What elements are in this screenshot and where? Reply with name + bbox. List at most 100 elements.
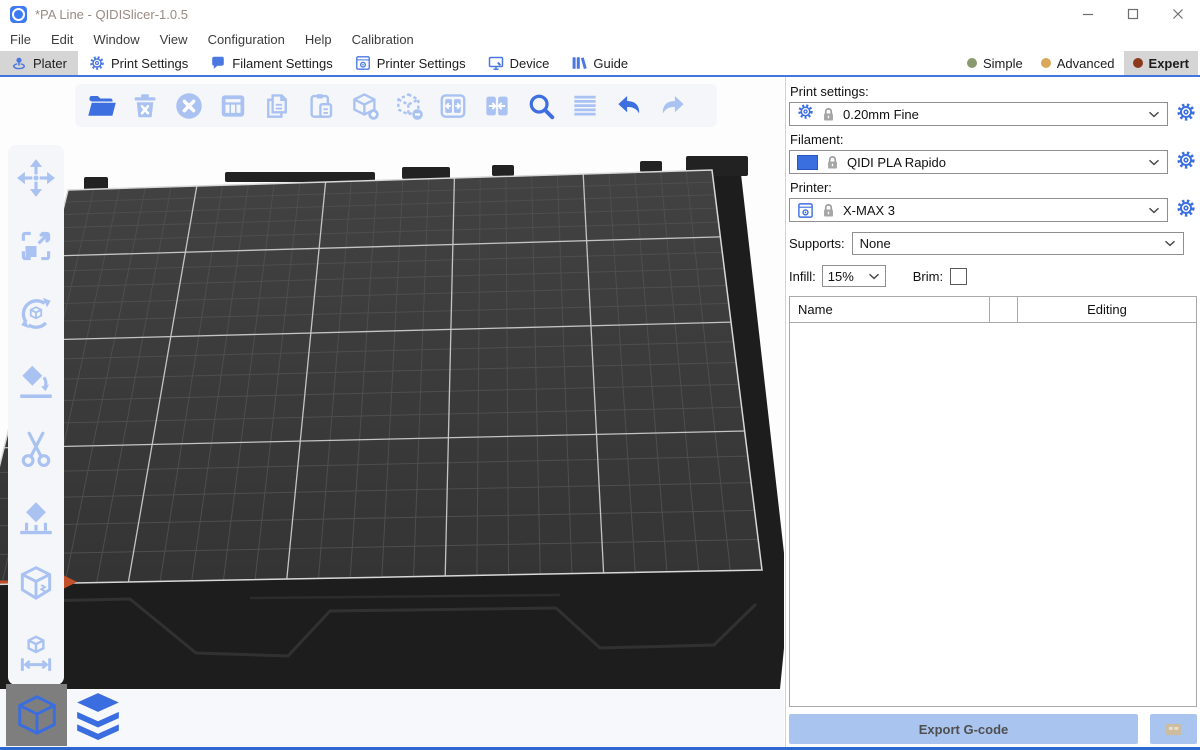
lock-icon — [822, 107, 835, 122]
brim-checkbox[interactable] — [950, 268, 967, 285]
menu-edit[interactable]: Edit — [41, 28, 83, 51]
place-on-face-tool-button[interactable] — [15, 360, 57, 402]
undo-button[interactable] — [613, 90, 644, 121]
object-list-body — [790, 323, 1196, 706]
menu-configuration[interactable]: Configuration — [198, 28, 295, 51]
edit-filament-button[interactable] — [1175, 151, 1197, 173]
menu-calibration[interactable]: Calibration — [342, 28, 424, 51]
tab-label: Plater — [33, 56, 67, 71]
gear-icon — [797, 103, 814, 125]
mode-expert[interactable]: Expert — [1124, 51, 1198, 75]
delete-button[interactable] — [129, 90, 160, 121]
split-parts-button[interactable] — [481, 90, 512, 121]
tab-bar: Plater Print Settings Filament Settings Pri… — [0, 51, 1200, 77]
export-gcode-button[interactable]: Export G-code — [789, 714, 1138, 744]
cut-tool-button[interactable] — [15, 428, 57, 470]
mode-dot-icon — [1133, 58, 1143, 68]
tab-guide[interactable]: Guide — [560, 51, 639, 75]
print-bed-scene[interactable] — [0, 77, 784, 690]
edit-print-settings-button[interactable] — [1175, 103, 1197, 125]
move-tool-button[interactable] — [15, 157, 57, 199]
mode-simple[interactable]: Simple — [958, 51, 1032, 75]
menu-view[interactable]: View — [150, 28, 198, 51]
seam-icon — [15, 563, 57, 605]
scale-tool-button[interactable] — [15, 225, 57, 267]
infill-value: 15% — [828, 269, 854, 284]
view-mode-buttons — [6, 684, 128, 746]
mode-switch: SimpleAdvancedExpert — [958, 51, 1200, 75]
layer-height-icon — [570, 91, 600, 121]
device-icon — [488, 55, 504, 71]
move-icon — [15, 157, 57, 199]
mode-advanced[interactable]: Advanced — [1032, 51, 1124, 75]
tab-device[interactable]: Device — [477, 51, 561, 75]
menu-help[interactable]: Help — [295, 28, 342, 51]
3d-editor-view-button[interactable] — [6, 684, 67, 746]
filament-color-swatch — [797, 155, 818, 170]
printer-icon — [797, 202, 814, 219]
export-to-sd-button[interactable] — [1150, 714, 1197, 744]
column-header-blank — [990, 297, 1018, 322]
open-button[interactable] — [85, 90, 116, 121]
paint-supports-icon — [15, 496, 57, 538]
split-objects-icon — [438, 91, 468, 121]
mode-dot-icon — [967, 58, 977, 68]
filament-combo[interactable]: QIDI PLA Rapido — [789, 150, 1168, 174]
tab-printer-settings[interactable]: Printer Settings — [344, 51, 477, 75]
variable-layer-height-button[interactable] — [569, 90, 600, 121]
maximize-button[interactable] — [1110, 0, 1155, 28]
menu-file[interactable]: File — [0, 28, 41, 51]
filament-label: Filament: — [790, 132, 1197, 147]
remove-instance-button[interactable] — [393, 90, 424, 121]
paint-supports-tool-button[interactable] — [15, 496, 57, 538]
rotate-tool-button[interactable] — [15, 292, 57, 334]
chevron-down-icon — [868, 273, 880, 280]
close-button[interactable] — [1155, 0, 1200, 28]
preview-view-button[interactable] — [67, 684, 128, 746]
gear-icon — [89, 55, 105, 71]
paste-button[interactable] — [305, 90, 336, 121]
scale-icon — [15, 225, 57, 267]
search-button[interactable] — [525, 90, 556, 121]
measure-tool-button[interactable] — [15, 631, 57, 673]
layers-icon — [73, 690, 123, 740]
cube-icon — [14, 692, 60, 738]
printer-label: Printer: — [790, 180, 1197, 195]
tab-plater[interactable]: Plater — [0, 51, 78, 75]
object-list[interactable]: Name Editing — [789, 296, 1197, 707]
lock-icon — [822, 203, 835, 218]
main-tabs: Plater Print Settings Filament Settings Pri… — [0, 51, 639, 75]
sd-card-icon — [1165, 723, 1182, 741]
arrange-icon — [218, 91, 248, 121]
seam-tool-button[interactable] — [15, 563, 57, 605]
window-controls — [1065, 0, 1200, 28]
minimize-button[interactable] — [1065, 0, 1110, 28]
supports-combo[interactable]: None — [852, 232, 1184, 255]
tab-print-settings[interactable]: Print Settings — [78, 51, 199, 75]
menu-window[interactable]: Window — [83, 28, 149, 51]
print-settings-label: Print settings: — [790, 84, 1197, 99]
mode-dot-icon — [1041, 58, 1051, 68]
delete-all-button[interactable] — [173, 90, 204, 121]
print-settings-value: 0.20mm Fine — [843, 107, 919, 122]
printer-combo[interactable]: X-MAX 3 — [789, 198, 1168, 222]
split-objects-button[interactable] — [437, 90, 468, 121]
edit-printer-button[interactable] — [1175, 199, 1197, 221]
copy-button[interactable] — [261, 90, 292, 121]
window-title: *PA Line - QIDISlicer-1.0.5 — [35, 7, 188, 22]
object-list-header: Name Editing — [790, 297, 1196, 323]
viewport-3d[interactable] — [0, 77, 784, 750]
tab-filament-settings[interactable]: Filament Settings — [199, 51, 343, 75]
tab-label: Printer Settings — [377, 56, 466, 71]
split-parts-icon — [482, 91, 512, 121]
tab-label: Print Settings — [111, 56, 188, 71]
print-settings-combo[interactable]: 0.20mm Fine — [789, 102, 1168, 126]
redo-button[interactable] — [657, 90, 688, 121]
arrange-button[interactable] — [217, 90, 248, 121]
add-instance-button[interactable] — [349, 90, 380, 121]
open-folder-icon — [86, 91, 116, 121]
supports-label: Supports: — [789, 236, 845, 251]
title-bar: *PA Line - QIDISlicer-1.0.5 — [0, 0, 1200, 28]
infill-combo[interactable]: 15% — [822, 265, 886, 287]
chevron-down-icon — [1148, 111, 1160, 118]
